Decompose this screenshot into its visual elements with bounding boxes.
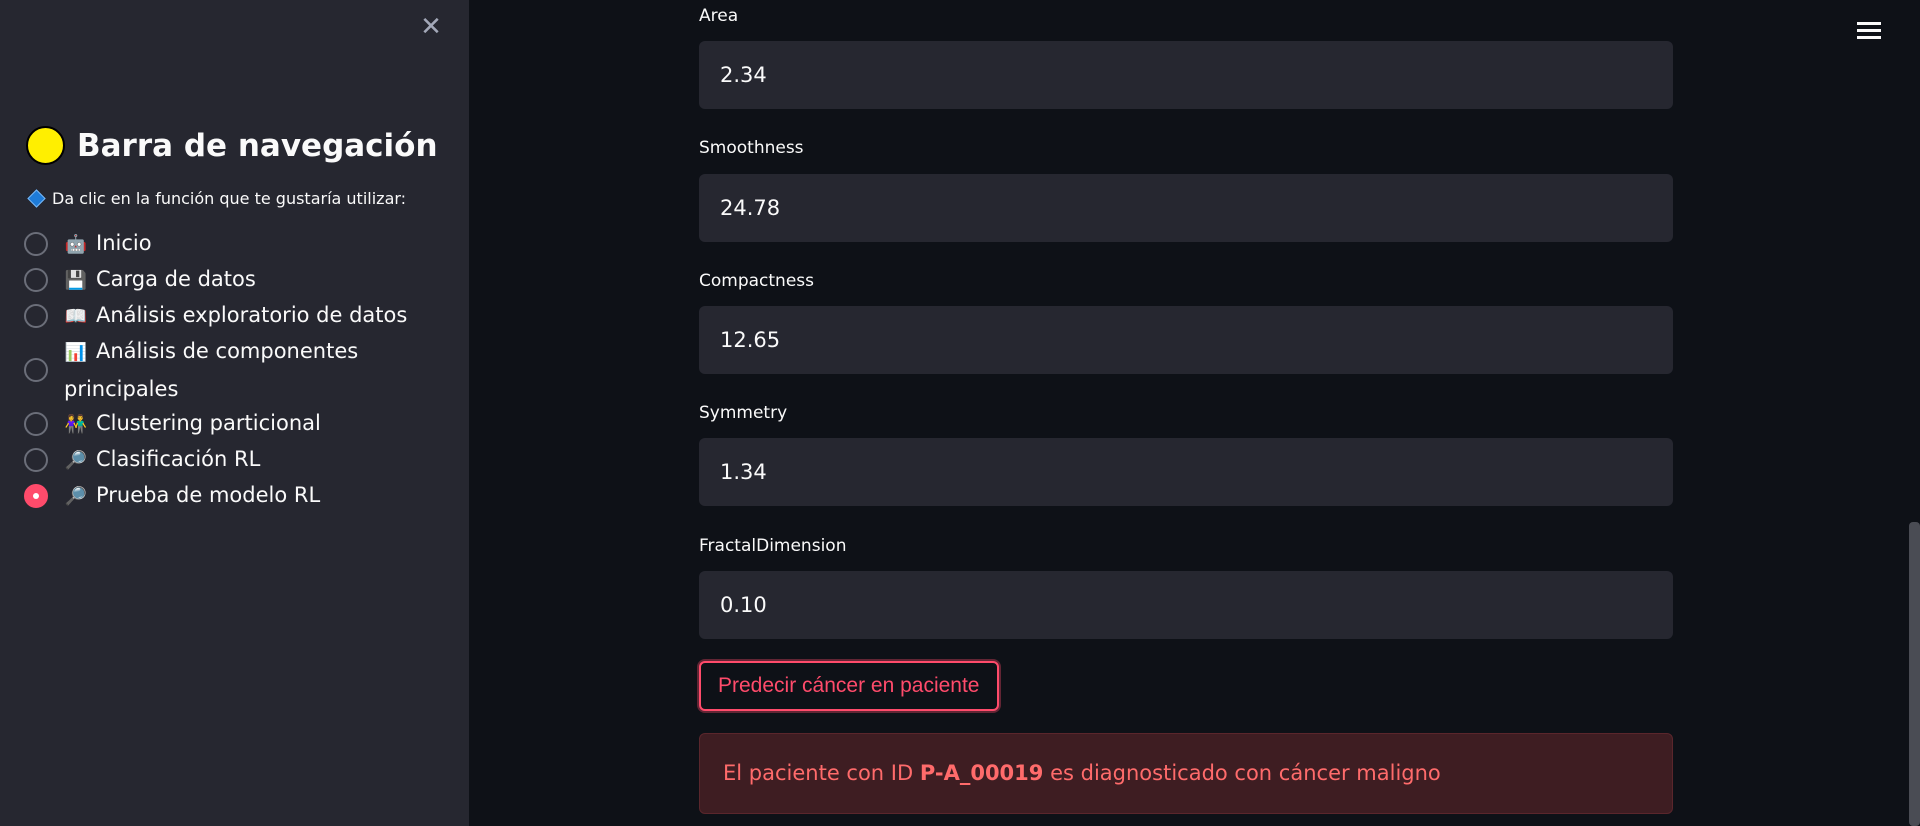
radio-button[interactable] — [24, 304, 48, 328]
bar-chart-icon: 📊 — [64, 342, 88, 363]
nav-option-label: 💾 Carga de datos — [64, 261, 256, 299]
magnifier-icon: 🔎 — [64, 450, 88, 471]
radio-button[interactable] — [24, 412, 48, 436]
robot-icon: 🤖 — [64, 234, 88, 255]
nav-option-prueba-modelo-rl[interactable]: 🔎 Prueba de modelo RL — [24, 478, 444, 514]
nav-option-label: 🤖 Inicio — [64, 225, 152, 263]
radio-button[interactable] — [24, 268, 48, 292]
area-input[interactable] — [699, 41, 1673, 109]
radio-button-selected[interactable] — [24, 484, 48, 508]
result-prefix: El paciente con ID — [723, 761, 920, 785]
fractal-dimension-input[interactable] — [699, 571, 1673, 639]
nav-option-label: 📖 Análisis exploratorio de datos — [64, 297, 408, 335]
area-label: Area — [699, 6, 739, 26]
nav-label-text: Análisis de componentes principales — [64, 339, 359, 401]
predict-cancer-button[interactable]: Predecir cáncer en paciente — [699, 661, 999, 711]
nav-option-carga-de-datos[interactable]: 💾 Carga de datos — [24, 262, 444, 298]
smoothness-input[interactable] — [699, 174, 1673, 242]
result-suffix: es diagnosticado con cáncer maligno — [1043, 761, 1441, 785]
nav-option-analisis-componentes[interactable]: 📊 Análisis de componentes principales — [24, 334, 444, 406]
hamburger-menu-icon[interactable] — [1857, 18, 1881, 42]
radio-button[interactable] — [24, 232, 48, 256]
patient-id: P-A_00019 — [919, 761, 1044, 785]
yellow-circle-icon — [26, 126, 65, 165]
diagnosis-result-alert: El paciente con ID P-A_00019 es diagnost… — [699, 733, 1673, 814]
instruction-text: Da clic en la función que te gustaría ut… — [52, 189, 407, 208]
nav-option-label: 🔎 Clasificación RL — [64, 441, 261, 479]
navigation-radio-group: 🤖 Inicio 💾 Carga de datos 📖 Análisis explor… — [24, 226, 444, 514]
symmetry-input[interactable] — [699, 438, 1673, 506]
people-icon: 👫 — [64, 414, 88, 435]
compactness-input[interactable] — [699, 306, 1673, 374]
sidebar-title: Barra de navegación — [26, 126, 438, 165]
sidebar: ✕ Barra de navegación Da clic en la func… — [0, 0, 469, 826]
nav-option-clasificacion-rl[interactable]: 🔎 Clasificación RL — [24, 442, 444, 478]
open-book-icon: 📖 — [64, 306, 88, 327]
sidebar-title-text: Barra de navegación — [77, 127, 438, 164]
close-sidebar-icon[interactable]: ✕ — [416, 12, 446, 42]
radio-button[interactable] — [24, 448, 48, 472]
blue-diamond-icon — [27, 189, 46, 208]
nav-label-text: Inicio — [96, 231, 152, 255]
nav-option-label: 👫 Clustering particional — [64, 405, 321, 443]
floppy-disk-icon: 💾 — [64, 270, 88, 291]
nav-option-label: 🔎 Prueba de modelo RL — [64, 477, 320, 515]
smoothness-label: Smoothness — [699, 138, 804, 158]
nav-label-text: Prueba de modelo RL — [96, 483, 321, 507]
magnifier-icon: 🔎 — [64, 486, 88, 507]
nav-label-text: Análisis exploratorio de datos — [96, 303, 408, 327]
nav-label-text: Clustering particional — [96, 411, 321, 435]
compactness-label: Compactness — [699, 271, 814, 291]
sidebar-instruction: Da clic en la función que te gustaría ut… — [26, 189, 406, 208]
nav-label-text: Clasificación RL — [96, 447, 261, 471]
symmetry-label: Symmetry — [699, 403, 788, 423]
page-scrollbar[interactable] — [1909, 522, 1920, 826]
radio-button[interactable] — [24, 358, 48, 382]
nav-option-clustering[interactable]: 👫 Clustering particional — [24, 406, 444, 442]
fractal-dimension-label: FractalDimension — [699, 536, 847, 556]
nav-option-analisis-exploratorio[interactable]: 📖 Análisis exploratorio de datos — [24, 298, 444, 334]
nav-option-inicio[interactable]: 🤖 Inicio — [24, 226, 444, 262]
nav-label-text: Carga de datos — [96, 267, 256, 291]
nav-option-label: 📊 Análisis de componentes principales — [64, 333, 404, 407]
